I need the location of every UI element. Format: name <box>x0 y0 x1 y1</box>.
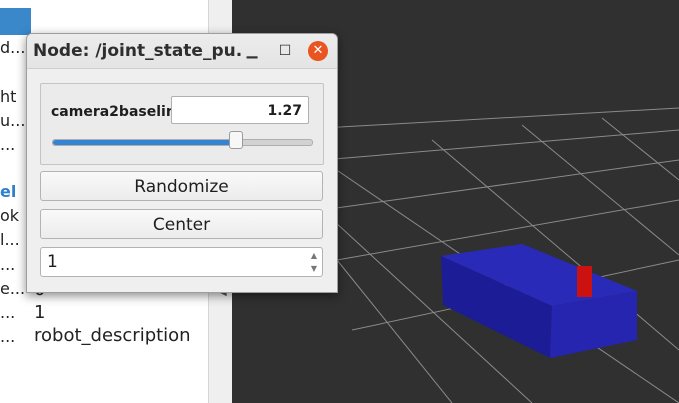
property-value-selected[interactable]: base_link <box>34 11 118 32</box>
minimize-icon[interactable]: ▁ <box>242 41 262 61</box>
property-name-row[interactable]: ... <box>0 135 15 154</box>
camera-marker <box>577 266 592 297</box>
center-button[interactable]: Center <box>40 209 323 239</box>
joint-value-field[interactable]: 1.27 <box>171 96 309 124</box>
spin-up-icon[interactable]: ▲ <box>307 249 321 262</box>
joint-slider-track[interactable] <box>52 139 313 146</box>
count-spinbox[interactable]: 1 ▲ ▼ <box>40 247 323 277</box>
property-name-row[interactable]: d... <box>0 38 25 57</box>
property-name-row[interactable]: u... <box>0 111 25 130</box>
maximize-icon[interactable]: ☐ <box>275 41 295 61</box>
joint-name-label: camera2baselink <box>51 104 186 120</box>
dialog-titlebar[interactable]: Node: /joint_state_pu... ▁ ☐ ✕ <box>27 34 337 69</box>
property-value-row[interactable]: robot_description <box>34 325 191 346</box>
joint-slider-thumb[interactable] <box>229 131 243 149</box>
robot-model[interactable] <box>441 244 637 358</box>
joint-slider-fill <box>53 140 237 145</box>
property-name-row[interactable]: ... <box>0 303 15 322</box>
randomize-button[interactable]: Randomize <box>40 171 323 201</box>
property-name-row[interactable]: ht <box>0 87 16 106</box>
spinbox-value: 1 <box>47 252 58 272</box>
joint-state-publisher-dialog: Node: /joint_state_pu... ▁ ☐ ✕ camera2ba… <box>26 33 338 293</box>
property-name-row[interactable]: ... <box>0 327 15 346</box>
property-name-row[interactable]: ok <box>0 206 19 225</box>
property-name-row[interactable]: l... <box>0 230 20 249</box>
property-value-row[interactable]: 1 <box>34 302 45 323</box>
property-name-row[interactable]: e... <box>0 279 25 298</box>
dialog-title: Node: /joint_state_pu... <box>33 41 241 61</box>
property-name-row[interactable]: el <box>0 182 16 201</box>
joint-slider-group: camera2baselink 1.27 <box>40 83 324 165</box>
spin-down-icon[interactable]: ▼ <box>307 262 321 275</box>
close-icon[interactable]: ✕ <box>308 41 328 61</box>
property-name-row[interactable]: ... <box>0 255 15 274</box>
